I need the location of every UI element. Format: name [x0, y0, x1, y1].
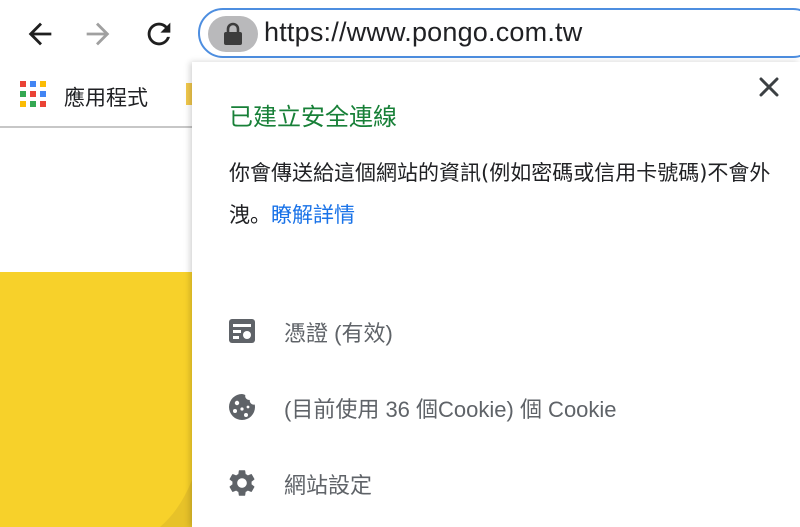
url-text[interactable]: https://www.pongo.com.tw	[264, 17, 582, 48]
site-settings-label: 網站設定	[284, 473, 373, 498]
site-info-button[interactable]	[208, 16, 258, 52]
forward-arrow-icon	[86, 22, 110, 46]
reload-icon	[147, 22, 171, 46]
apps-bookmark-label[interactable]: 應用程式	[64, 82, 148, 112]
cookies-label: (目前使用 36 個Cookie) 個 Cookie	[284, 397, 617, 422]
back-button[interactable]	[18, 12, 62, 56]
close-icon	[759, 77, 779, 97]
cookies-row[interactable]: (目前使用 36 個Cookie) 個 Cookie	[192, 378, 800, 434]
close-button[interactable]	[756, 74, 782, 100]
browser-toolbar: https://www.pongo.com.tw	[0, 0, 800, 70]
back-arrow-icon	[28, 22, 52, 46]
learn-more-link[interactable]: 瞭解詳情	[271, 203, 355, 227]
certificate-row[interactable]: 憑證 (有效)	[192, 302, 800, 358]
gear-icon	[229, 470, 255, 496]
page-content-top	[0, 128, 192, 272]
reload-button[interactable]	[137, 12, 181, 56]
lock-icon	[224, 22, 242, 45]
site-info-popup: 已建立安全連線 你會傳送給這個網站的資訊(例如密碼或信用卡號碼)不會外洩。瞭解詳…	[192, 62, 800, 527]
forward-button[interactable]	[76, 12, 120, 56]
cookie-icon	[229, 394, 255, 420]
security-description: 你會傳送給這個網站的資訊(例如密碼或信用卡號碼)不會外洩。瞭解詳情	[229, 152, 784, 236]
address-bar[interactable]: https://www.pongo.com.tw	[198, 8, 800, 58]
certificate-label: 憑證 (有效)	[284, 321, 393, 346]
site-settings-row[interactable]: 網站設定	[192, 454, 800, 510]
certificate-icon	[229, 319, 255, 343]
connection-secure-title: 已建立安全連線	[229, 103, 397, 131]
apps-grid-icon[interactable]	[20, 81, 47, 108]
